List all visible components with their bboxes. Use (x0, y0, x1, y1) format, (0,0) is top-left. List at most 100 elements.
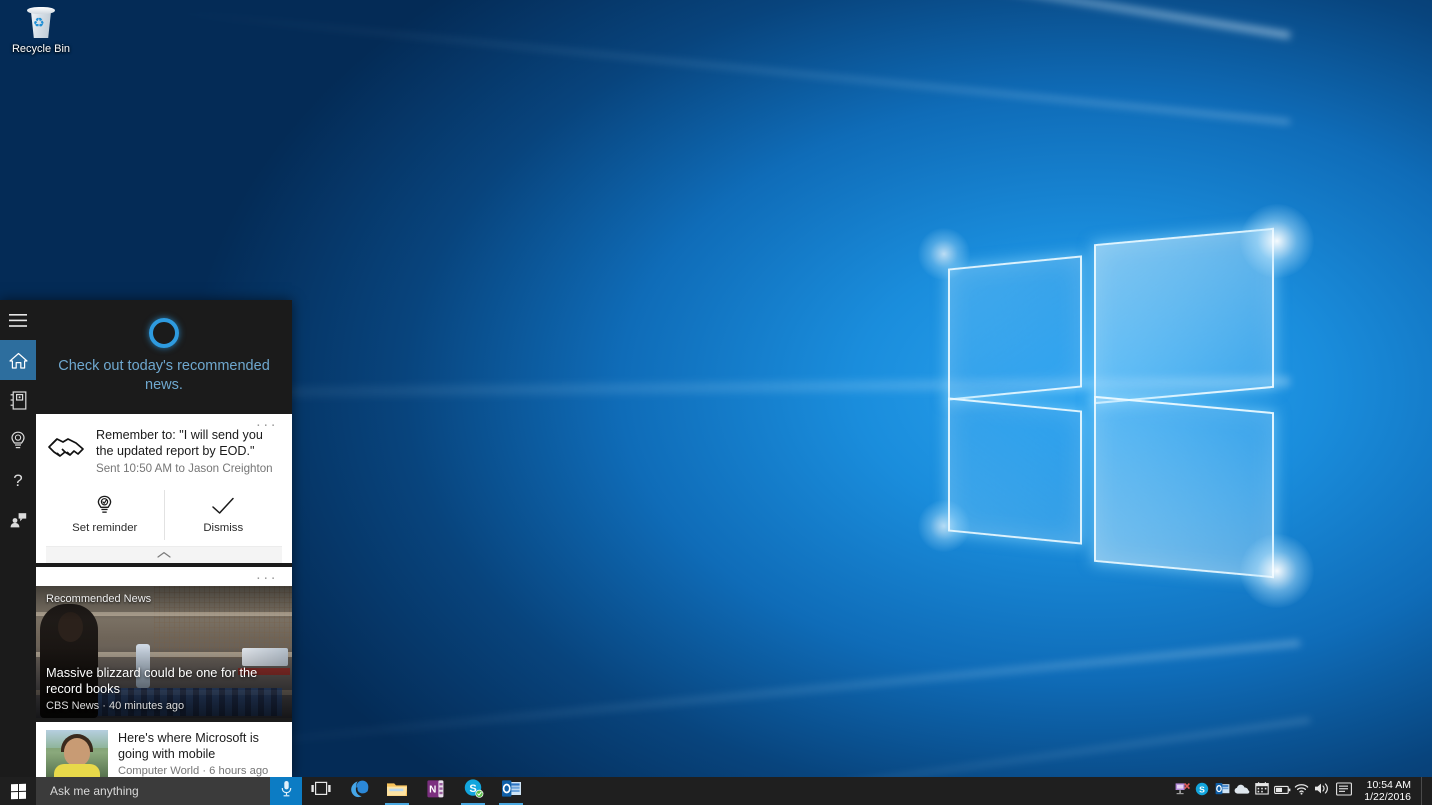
reminder-text-block: Remember to: "I will send you the update… (96, 428, 282, 476)
chevron-up-icon (156, 551, 172, 559)
tray-icon-network[interactable] (1292, 777, 1312, 805)
taskbar-button-outlook[interactable] (492, 777, 530, 805)
outlook-icon (501, 779, 522, 803)
onenote-icon: N (426, 779, 445, 804)
skype-icon: S (463, 778, 484, 804)
desktop-icon-label: Recycle Bin (4, 43, 78, 56)
cortana-greeting-header: Check out today's recommended news. (36, 300, 292, 411)
tray-icon-skype[interactable]: S (1192, 777, 1212, 805)
handshake-icon (46, 430, 86, 462)
news-meta: CBS News · 40 minutes ago (46, 700, 282, 712)
cortana-rail-home[interactable] (0, 340, 36, 380)
search-placeholder: Ask me anything (50, 784, 139, 798)
cortana-reminder-card[interactable]: ··· Remember to: "I will send you the up… (36, 414, 292, 563)
news-2-meta: Computer World · 6 hours ago (118, 765, 282, 777)
taskbar-button-file-explorer[interactable] (378, 777, 416, 805)
cortana-rail-feedback[interactable] (0, 500, 36, 540)
cortana-sidebar-rail: ? (0, 300, 36, 777)
reminder-subtitle: Sent 10:50 AM to Jason Creighton (96, 462, 282, 476)
action-center-icon (1336, 782, 1352, 801)
question-mark-icon: ? (11, 471, 25, 490)
news-text-block: Massive blizzard could be one for the re… (46, 665, 282, 712)
cortana-news-card-2[interactable]: Here's where Microsoft is going with mob… (36, 722, 292, 777)
reminder-actions-row: Set reminder Dismiss (46, 490, 282, 546)
tray-icon-onedrive[interactable] (1232, 777, 1252, 805)
recycle-bin-icon: ♻ (24, 6, 58, 40)
taskbar-clock[interactable]: 10:54 AM 1/22/2016 (1356, 779, 1421, 803)
skype-tray-icon: S (1195, 782, 1209, 801)
task-view-button[interactable] (302, 777, 340, 805)
hamburger-menu-icon (9, 314, 27, 327)
taskbar-button-edge[interactable] (340, 777, 378, 805)
start-button[interactable] (0, 777, 36, 805)
speaker-icon (1314, 782, 1330, 800)
tray-icon-volume[interactable] (1312, 777, 1332, 805)
show-desktop-button[interactable] (1421, 777, 1428, 805)
svg-text:S: S (1199, 784, 1205, 794)
feedback-icon (9, 512, 27, 528)
tray-icon-outlook[interactable] (1212, 777, 1232, 805)
reminder-card-expander[interactable] (46, 546, 282, 563)
wallpaper-window-pane (1094, 228, 1274, 404)
tray-icon-calendar[interactable] (1252, 777, 1272, 805)
calendar-tray-icon (1255, 782, 1269, 800)
desktop-icon-recycle-bin[interactable]: ♻ Recycle Bin (4, 6, 78, 56)
set-reminder-label: Set reminder (46, 522, 164, 534)
windows-logo-icon (11, 783, 26, 799)
cortana-news-card[interactable]: ··· Recommended News Massive blizzard co… (36, 567, 292, 718)
cortana-rail-reminders[interactable] (0, 420, 36, 460)
task-view-icon (310, 781, 332, 801)
lightbulb-check-icon (46, 494, 164, 518)
cortana-mic-button[interactable] (270, 777, 302, 805)
taskbar-button-skype[interactable]: S (454, 777, 492, 805)
edge-icon (349, 778, 370, 804)
wallpaper-window-pane (948, 397, 1082, 544)
dismiss-button[interactable]: Dismiss (164, 490, 283, 540)
reminder-card-overflow-button[interactable]: ··· (256, 418, 278, 432)
notebook-icon (10, 391, 27, 410)
wifi-icon (1294, 782, 1310, 800)
cortana-ring-icon (149, 318, 179, 348)
microphone-icon (280, 780, 293, 802)
reminder-title: Remember to: "I will send you the update… (96, 428, 282, 459)
cortana-greeting-text: Check out today's recommended news. (48, 357, 280, 395)
news-card-overflow-button[interactable]: ··· (256, 571, 278, 585)
news-kicker: Recommended News (46, 593, 151, 605)
dismiss-label: Dismiss (165, 522, 283, 534)
wallpaper-light-beam (155, 9, 1290, 124)
cortana-content-column: Check out today's recommended news. ··· … (36, 300, 292, 777)
lightbulb-icon (10, 431, 26, 450)
onedrive-cloud-icon (1234, 782, 1250, 800)
home-icon (9, 352, 28, 369)
cortana-rail-help[interactable]: ? (0, 460, 36, 500)
news-thumbnail (46, 730, 108, 777)
news-2-title: Here's where Microsoft is going with mob… (118, 730, 282, 762)
news-card-header: ··· (36, 567, 292, 586)
reminder-card-row: Remember to: "I will send you the update… (46, 428, 282, 476)
presentation-settings-icon (1175, 782, 1190, 801)
set-reminder-button[interactable]: Set reminder (46, 490, 164, 540)
taskbar: Ask me anything (0, 777, 1432, 805)
svg-text:?: ? (13, 471, 22, 490)
wallpaper-window-pane (1094, 396, 1274, 578)
search-input[interactable]: Ask me anything (36, 777, 270, 805)
news-hero-image[interactable]: Recommended News Massive blizzard could … (36, 586, 292, 718)
taskbar-button-onenote[interactable]: N (416, 777, 454, 805)
news-title: Massive blizzard could be one for the re… (46, 665, 282, 697)
tray-icon-battery[interactable] (1272, 777, 1292, 805)
folder-icon (386, 780, 408, 803)
clock-time: 10:54 AM (1364, 779, 1411, 791)
clock-date: 1/22/2016 (1364, 791, 1411, 803)
tray-icon-presentation-settings[interactable] (1172, 777, 1192, 805)
news-2-text-block: Here's where Microsoft is going with mob… (118, 730, 282, 777)
action-center-button[interactable] (1332, 777, 1356, 805)
checkmark-icon (165, 494, 283, 518)
wallpaper-window-pane (948, 255, 1082, 400)
cortana-rail-notebook[interactable] (0, 380, 36, 420)
battery-tray-icon (1274, 782, 1291, 800)
wallpaper-light-beam (185, 640, 1301, 751)
outlook-tray-icon (1215, 782, 1230, 800)
system-tray: S (1172, 777, 1432, 805)
svg-text:N: N (429, 784, 436, 795)
cortana-rail-hamburger[interactable] (0, 300, 36, 340)
